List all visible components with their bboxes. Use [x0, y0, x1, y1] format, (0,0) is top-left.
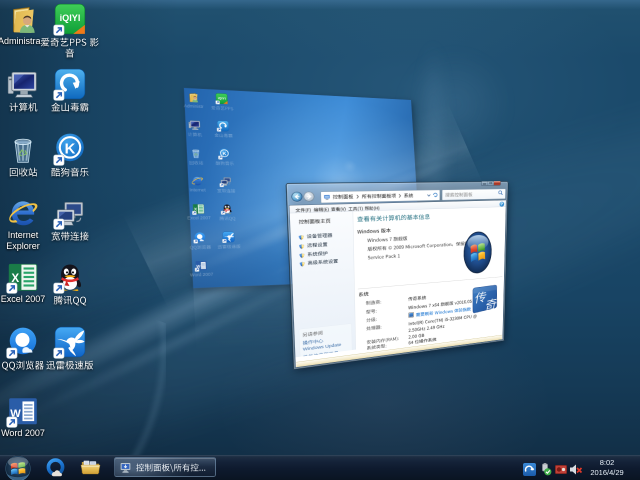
- svg-text:K: K: [65, 141, 76, 157]
- svg-text:iQIYI: iQIYI: [60, 13, 81, 23]
- svg-text:X: X: [194, 207, 197, 212]
- svg-text:iQIYI: iQIYI: [218, 97, 226, 101]
